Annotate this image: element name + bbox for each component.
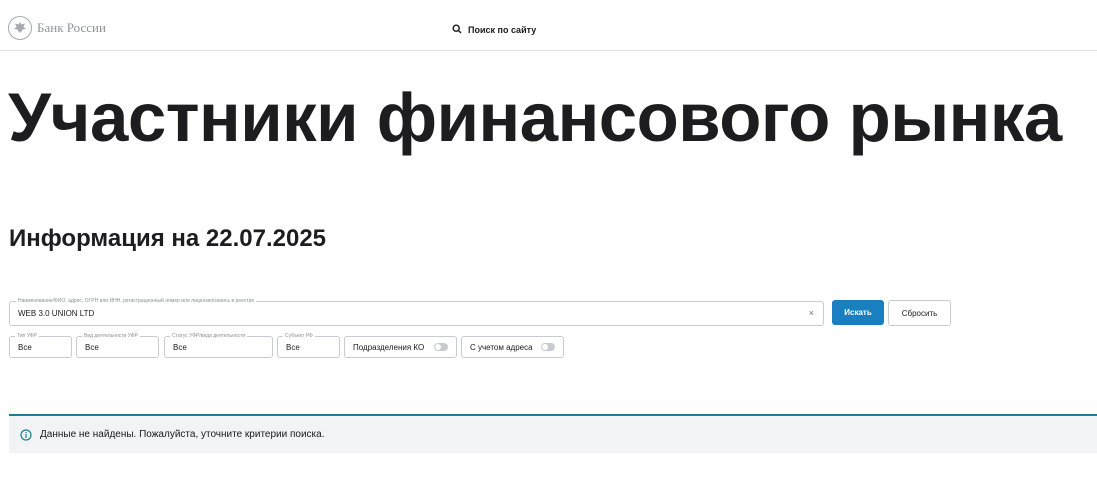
toggle-with-address[interactable]: С учетом адреса (461, 336, 564, 358)
filter-region-legend: Субъект РФ (283, 333, 315, 340)
toggle-with-address-switch[interactable] (541, 343, 555, 351)
toggle-ko-branches[interactable]: Подразделения КО (344, 336, 457, 358)
info-date-heading: Информация на 22.07.2025 (9, 225, 327, 252)
filter-activity-type-value: Все (85, 343, 99, 352)
logo-text: Банк России (37, 20, 106, 35)
filter-activity-type[interactable]: Вид деятельности УФР Все (76, 333, 159, 358)
eagle-emblem-icon (8, 16, 32, 40)
search-input[interactable]: Наименование/ФИО, адрес, ОГРН или ИНН, р… (9, 298, 824, 326)
search-input-value: WEB 3.0 UNION LTD (18, 309, 95, 318)
filter-ufr-type[interactable]: Тип УФР Все (9, 333, 72, 358)
reset-button[interactable]: Сбросить (888, 300, 951, 326)
top-bar: Банк России Поиск по сайту (0, 0, 1097, 51)
filter-status-legend: Статус УФР/вида деятельности (170, 333, 248, 340)
switch-knob (435, 344, 441, 350)
bank-of-russia-logo[interactable]: Банк России (8, 16, 106, 40)
filter-status-value: Все (173, 343, 187, 352)
site-search-label: Поиск по сайту (468, 25, 537, 35)
toggle-ko-branches-label: Подразделения КО (353, 342, 425, 352)
filter-ufr-type-legend: Тип УФР (15, 333, 39, 340)
filter-ufr-type-value: Все (18, 343, 32, 352)
filter-region[interactable]: Субъект РФ Все (277, 333, 340, 358)
filter-activity-type-legend: Вид деятельности УФР (82, 333, 140, 340)
alert-message: Данные не найдены. Пожалуйста, уточните … (40, 429, 325, 440)
search-button[interactable]: Искать (832, 300, 884, 325)
toggle-with-address-label: С учетом адреса (470, 342, 533, 352)
info-icon (20, 428, 32, 441)
page-title: Участники финансового рынка (8, 79, 1062, 156)
clear-search-button[interactable]: × (809, 308, 814, 318)
no-results-alert: Данные не найдены. Пожалуйста, уточните … (9, 414, 1097, 453)
filter-region-value: Все (286, 343, 300, 352)
search-icon (452, 21, 462, 39)
site-search-link[interactable]: Поиск по сайту (452, 21, 536, 39)
search-input-legend: Наименование/ФИО, адрес, ОГРН или ИНН, р… (16, 298, 257, 305)
filter-status[interactable]: Статус УФР/вида деятельности Все (164, 333, 273, 358)
switch-knob (542, 344, 548, 350)
toggle-ko-branches-switch[interactable] (434, 343, 448, 351)
